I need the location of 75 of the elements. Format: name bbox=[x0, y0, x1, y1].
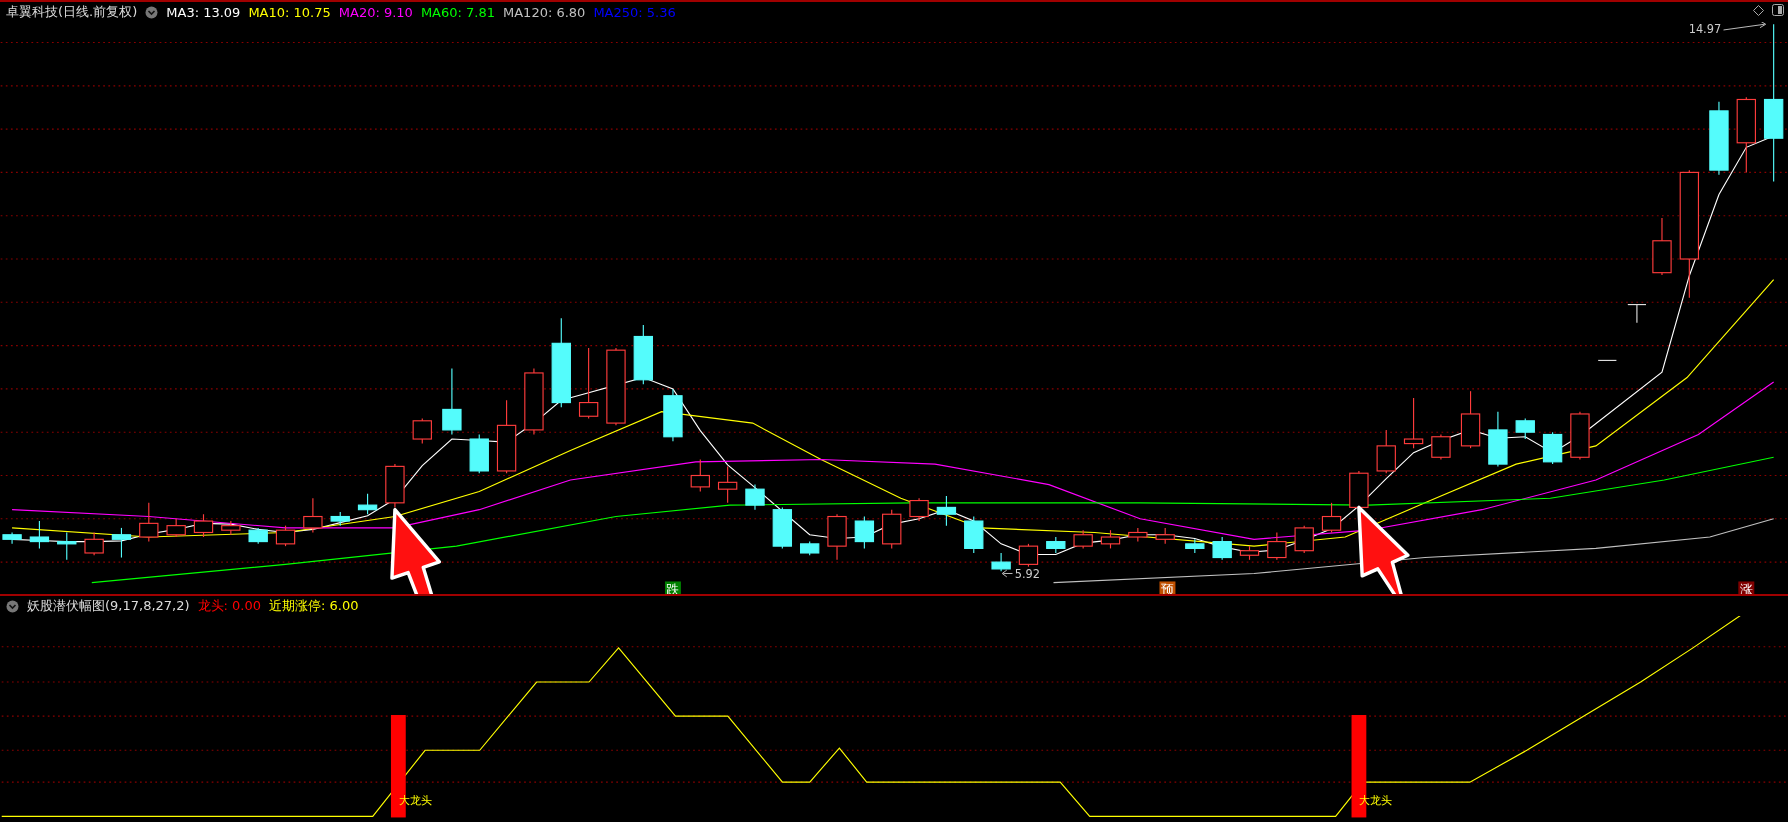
candlestick bbox=[221, 520, 241, 536]
leader-line bbox=[1723, 22, 1767, 31]
candlestick bbox=[936, 495, 957, 527]
moving-average-value: MA120: 6.80 bbox=[503, 4, 586, 20]
candlestick bbox=[1652, 217, 1672, 276]
candlestick bbox=[1403, 397, 1424, 449]
candlestick bbox=[633, 324, 653, 385]
candlestick bbox=[442, 367, 462, 436]
candlestick bbox=[690, 459, 710, 492]
candlestick bbox=[1018, 543, 1039, 568]
candlestick bbox=[1321, 502, 1342, 534]
candlestick bbox=[964, 515, 984, 554]
candlestick bbox=[1212, 536, 1232, 561]
doji-candlestick bbox=[1597, 359, 1617, 361]
candlestick bbox=[2, 531, 22, 545]
candlestick bbox=[111, 527, 132, 559]
candlestick bbox=[357, 493, 378, 515]
candlestick bbox=[717, 465, 738, 504]
indicator-value: 龙头: 0.00 bbox=[197, 597, 262, 615]
moving-average-value: MA250: 5.36 bbox=[593, 4, 676, 20]
leader-line bbox=[1001, 569, 1013, 578]
candlestick bbox=[882, 509, 902, 549]
candlestick bbox=[827, 513, 847, 561]
candlestick bbox=[303, 497, 323, 534]
candlestick bbox=[1239, 545, 1260, 561]
moving-average-value: MA3: 13.09 bbox=[166, 4, 241, 20]
candlestick bbox=[1185, 538, 1205, 554]
candlestick bbox=[1073, 529, 1093, 549]
moving-average-value: MA60: 7.81 bbox=[420, 4, 495, 20]
candlestick bbox=[139, 502, 159, 543]
candlestick bbox=[275, 525, 296, 547]
candlestick bbox=[991, 552, 1011, 572]
dropdown-icon[interactable] bbox=[6, 599, 19, 613]
candlestick bbox=[1376, 429, 1396, 474]
dropdown-icon[interactable] bbox=[145, 5, 159, 19]
candlestick bbox=[1155, 527, 1175, 545]
candlestick bbox=[524, 367, 544, 436]
candlestick bbox=[1046, 536, 1066, 554]
candlestick bbox=[1349, 470, 1369, 511]
candlestick bbox=[57, 531, 77, 561]
diamond-icon[interactable] bbox=[1753, 4, 1764, 16]
candlestick bbox=[800, 541, 820, 556]
candlestick bbox=[772, 506, 793, 549]
candlestick bbox=[663, 388, 683, 442]
candlestick bbox=[1128, 527, 1148, 543]
candlestick bbox=[1488, 411, 1508, 467]
candlestick bbox=[909, 497, 929, 522]
moving-average-value: MA10: 10.75 bbox=[248, 4, 331, 20]
panel-toggle-icon[interactable] bbox=[1772, 4, 1784, 16]
candlestick bbox=[193, 513, 214, 538]
candlestick bbox=[1570, 411, 1590, 461]
candlestick bbox=[84, 531, 104, 556]
candlestick bbox=[385, 463, 405, 508]
candlestick bbox=[854, 515, 875, 549]
candlestick bbox=[1100, 529, 1121, 549]
candlestick bbox=[745, 484, 765, 511]
indicator-title: 妖股潜伏幅图(9,17,8,27,2) bbox=[27, 597, 190, 615]
candlestick bbox=[166, 518, 186, 538]
candlestick bbox=[1515, 417, 1535, 440]
candlestick bbox=[1294, 525, 1314, 554]
candlestick bbox=[248, 527, 268, 545]
candlestick bbox=[1542, 431, 1563, 465]
candlestick bbox=[1460, 390, 1481, 449]
candlestick bbox=[469, 433, 489, 474]
candlestick bbox=[412, 417, 432, 445]
candlestick bbox=[29, 520, 50, 549]
indicator-value: 近期涨停: 6.00 bbox=[269, 597, 359, 615]
candlestick bbox=[330, 511, 350, 527]
candlestick bbox=[1431, 433, 1451, 461]
candlestick bbox=[1267, 531, 1287, 561]
moving-average-value: MA20: 9.10 bbox=[338, 4, 413, 20]
high-price-label: 14.97 bbox=[1688, 22, 1722, 37]
low-price-label: 5.92 bbox=[1014, 567, 1041, 582]
doji-candlestick bbox=[1627, 304, 1647, 324]
stock-title: 卓翼科技(日线.前复权) bbox=[6, 3, 138, 21]
